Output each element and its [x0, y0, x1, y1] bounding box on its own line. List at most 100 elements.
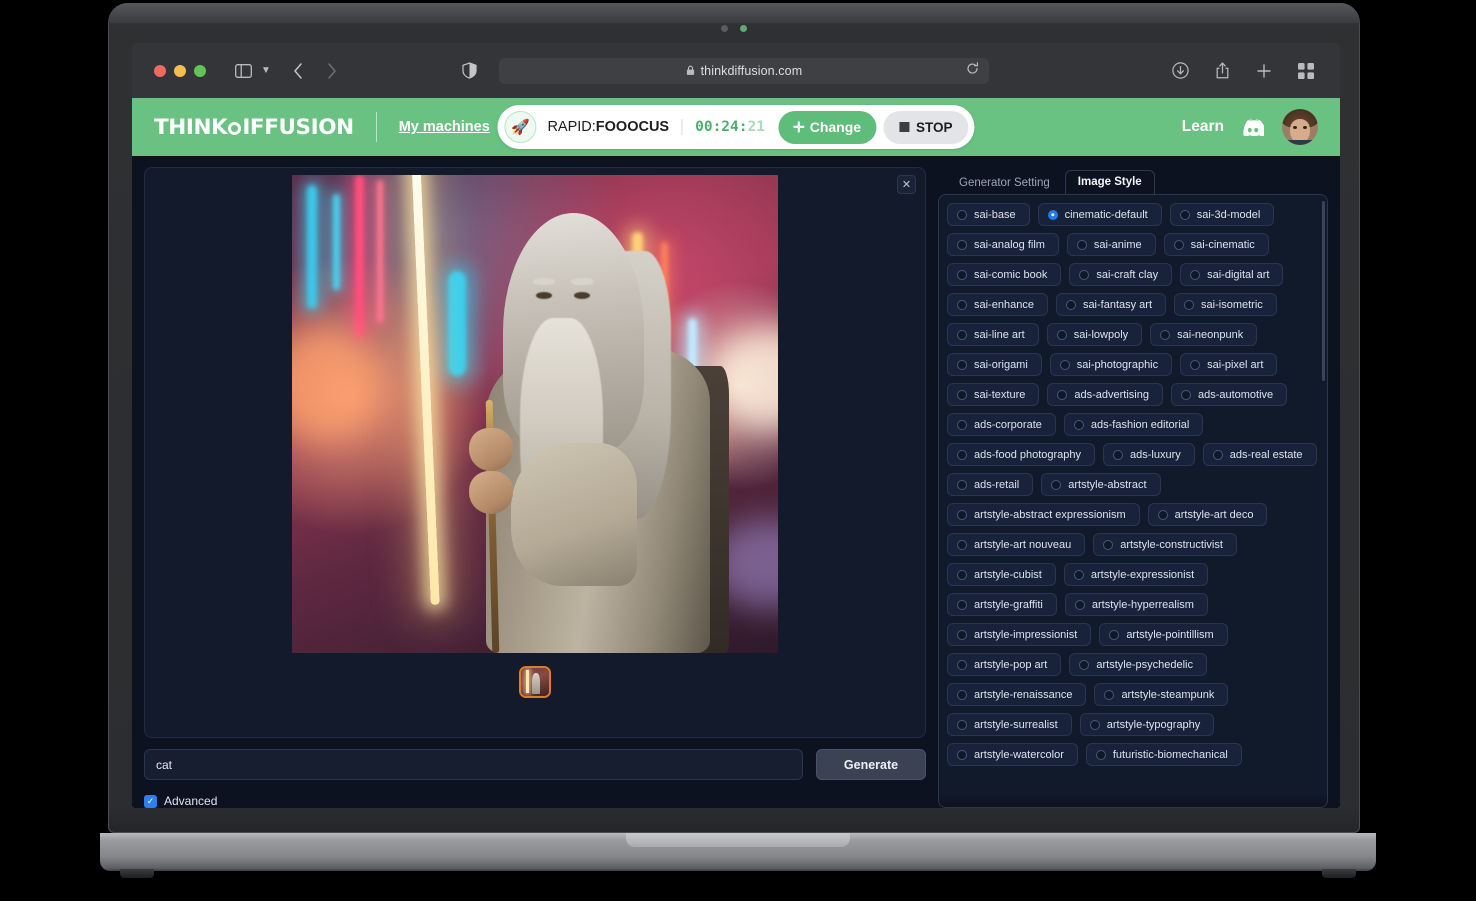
- style-chip-sai-fantasy-art[interactable]: sai-fantasy art: [1055, 293, 1167, 316]
- style-chip-artstyle-surrealist[interactable]: artstyle-surrealist: [947, 713, 1072, 736]
- style-chip-cinematic-default[interactable]: cinematic-default: [1037, 203, 1162, 226]
- style-chip-artstyle-psychedelic[interactable]: artstyle-psychedelic: [1069, 653, 1207, 676]
- brand-logo[interactable]: THINK IFFUSION: [154, 115, 354, 140]
- style-chip-sai-photographic[interactable]: sai-photographic: [1049, 353, 1173, 376]
- chevron-down-icon[interactable]: ▼: [261, 65, 271, 76]
- sidebar-toggle-icon[interactable]: [235, 63, 252, 78]
- generate-button[interactable]: Generate: [816, 749, 926, 780]
- style-chip-ads-corporate[interactable]: ads-corporate: [947, 413, 1056, 436]
- style-chip-label: artstyle-abstract expressionism: [974, 508, 1126, 521]
- radio-icon: [957, 539, 967, 550]
- reload-icon[interactable]: [966, 61, 979, 80]
- style-chip-label: futuristic-biomechanical: [1112, 748, 1228, 761]
- style-chip-list[interactable]: sai-base cinematic-default sai-3d-model sai…: [947, 203, 1317, 807]
- my-machines-link[interactable]: My machines: [399, 119, 490, 135]
- style-chip-artstyle-graffiti[interactable]: artstyle-graffiti: [947, 593, 1057, 616]
- stop-square-icon: [899, 122, 910, 132]
- style-chip-sai-comic-book[interactable]: sai-comic book: [947, 263, 1062, 286]
- style-chip-sai-line-art[interactable]: sai-line art: [947, 323, 1039, 346]
- style-chip-artstyle-pop-art[interactable]: artstyle-pop art: [947, 653, 1062, 676]
- address-bar[interactable]: thinkdiffusion.com: [498, 57, 989, 84]
- back-button[interactable]: [293, 62, 303, 79]
- style-chip-artstyle-cubist[interactable]: artstyle-cubist: [947, 563, 1056, 586]
- tab-overview-icon[interactable]: [1298, 62, 1314, 79]
- style-chip-sai-craft-clay[interactable]: sai-craft clay: [1069, 263, 1173, 286]
- style-chip-artstyle-impressionist[interactable]: artstyle-impressionist: [947, 623, 1092, 646]
- minimize-window-button[interactable]: [174, 64, 186, 77]
- radio-icon: [1160, 329, 1171, 340]
- radio-icon: [1056, 329, 1067, 340]
- style-chip-sai-enhance[interactable]: sai-enhance: [947, 293, 1048, 316]
- laptop-base-notch: [626, 833, 850, 847]
- radio-icon: [1047, 209, 1058, 220]
- share-icon[interactable]: [1215, 61, 1230, 80]
- style-chip-label: sai-neonpunk: [1177, 328, 1244, 341]
- style-chip-label: cinematic-default: [1064, 208, 1148, 221]
- radio-icon: [1057, 389, 1068, 400]
- style-chip-ads-food-photography[interactable]: ads-food photography: [947, 443, 1096, 466]
- style-chip-artstyle-hyperrealism[interactable]: artstyle-hyperrealism: [1064, 593, 1208, 616]
- style-chip-artstyle-expressionist[interactable]: artstyle-expressionist: [1063, 563, 1209, 586]
- radio-icon: [1103, 539, 1114, 550]
- radio-icon: [957, 629, 967, 640]
- style-chip-artstyle-steampunk[interactable]: artstyle-steampunk: [1094, 683, 1229, 706]
- style-chip-label: ads-real estate: [1229, 448, 1303, 461]
- shield-icon[interactable]: [462, 62, 477, 79]
- forward-button[interactable]: [327, 62, 337, 79]
- style-chip-sai-texture[interactable]: sai-texture: [947, 383, 1040, 406]
- style-chip-sai-lowpoly[interactable]: sai-lowpoly: [1046, 323, 1143, 346]
- tab-generator-setting[interactable]: Generator Setting: [946, 171, 1063, 195]
- radio-icon: [1212, 449, 1223, 460]
- style-chip-sai-origami[interactable]: sai-origami: [947, 353, 1042, 376]
- style-chip-sai-cinematic[interactable]: sai-cinematic: [1163, 233, 1269, 256]
- style-chip-artstyle-art-deco[interactable]: artstyle-art deco: [1147, 503, 1268, 526]
- generated-image[interactable]: [292, 175, 778, 653]
- style-chip-artstyle-abstract[interactable]: artstyle-abstract: [1041, 473, 1161, 496]
- style-chip-label: artstyle-surrealist: [974, 718, 1058, 731]
- style-chip-ads-advertising[interactable]: ads-advertising: [1047, 383, 1163, 406]
- style-chip-artstyle-watercolor[interactable]: artstyle-watercolor: [947, 743, 1078, 766]
- download-icon[interactable]: [1172, 62, 1189, 79]
- style-list-scrollbar[interactable]: [1322, 201, 1325, 381]
- style-chip-ads-real-estate[interactable]: ads-real estate: [1202, 443, 1317, 466]
- learn-link[interactable]: Learn: [1182, 118, 1224, 136]
- user-avatar[interactable]: [1282, 109, 1318, 145]
- stop-machine-button[interactable]: STOP: [883, 110, 969, 144]
- discord-icon[interactable]: [1242, 118, 1264, 136]
- change-machine-button[interactable]: ✛ Change: [777, 110, 877, 144]
- style-chip-sai-analog-film[interactable]: sai-analog film: [947, 233, 1059, 256]
- tab-image-style[interactable]: Image Style: [1064, 170, 1155, 195]
- new-tab-button[interactable]: [1256, 63, 1272, 79]
- style-chip-sai-neonpunk[interactable]: sai-neonpunk: [1150, 323, 1258, 346]
- style-chip-label: sai-enhance: [974, 298, 1034, 311]
- prompt-input[interactable]: [144, 749, 803, 780]
- style-chip-ads-retail[interactable]: ads-retail: [947, 473, 1034, 496]
- style-chip-label: artstyle-constructivist: [1120, 538, 1223, 551]
- style-chip-sai-3d-model[interactable]: sai-3d-model: [1169, 203, 1275, 226]
- style-chip-artstyle-renaissance[interactable]: artstyle-renaissance: [947, 683, 1087, 706]
- style-chip-sai-isometric[interactable]: sai-isometric: [1174, 293, 1277, 316]
- style-chip-sai-digital-art[interactable]: sai-digital art: [1180, 263, 1284, 286]
- radio-icon: [1184, 299, 1195, 310]
- close-icon[interactable]: ✕: [897, 175, 916, 194]
- image-thumbnail[interactable]: [519, 666, 551, 698]
- radio-icon: [1073, 419, 1084, 430]
- style-chip-futuristic-biomechanical[interactable]: futuristic-biomechanical: [1085, 743, 1242, 766]
- style-chip-label: ads-fashion editorial: [1090, 418, 1190, 431]
- style-chip-artstyle-art-nouveau[interactable]: artstyle-art nouveau: [947, 533, 1086, 556]
- style-chip-sai-pixel-art[interactable]: sai-pixel art: [1180, 353, 1278, 376]
- style-chip-ads-automotive[interactable]: ads-automotive: [1170, 383, 1288, 406]
- advanced-checkbox[interactable]: ✓: [144, 794, 157, 808]
- style-chip-artstyle-constructivist[interactable]: artstyle-constructivist: [1093, 533, 1237, 556]
- style-chip-sai-base[interactable]: sai-base: [947, 203, 1030, 226]
- close-window-button[interactable]: [154, 64, 166, 77]
- style-chip-ads-fashion-editorial[interactable]: ads-fashion editorial: [1063, 413, 1204, 436]
- maximize-window-button[interactable]: [194, 64, 206, 77]
- style-chip-artstyle-pointillism[interactable]: artstyle-pointillism: [1099, 623, 1228, 646]
- style-chip-sai-anime[interactable]: sai-anime: [1066, 233, 1156, 256]
- style-chip-label: ads-automotive: [1197, 388, 1274, 401]
- style-chip-ads-luxury[interactable]: ads-luxury: [1103, 443, 1195, 466]
- radio-icon: [957, 569, 967, 580]
- style-chip-artstyle-typography[interactable]: artstyle-typography: [1079, 713, 1215, 736]
- style-chip-artstyle-abstract-expressionism[interactable]: artstyle-abstract expressionism: [947, 503, 1140, 526]
